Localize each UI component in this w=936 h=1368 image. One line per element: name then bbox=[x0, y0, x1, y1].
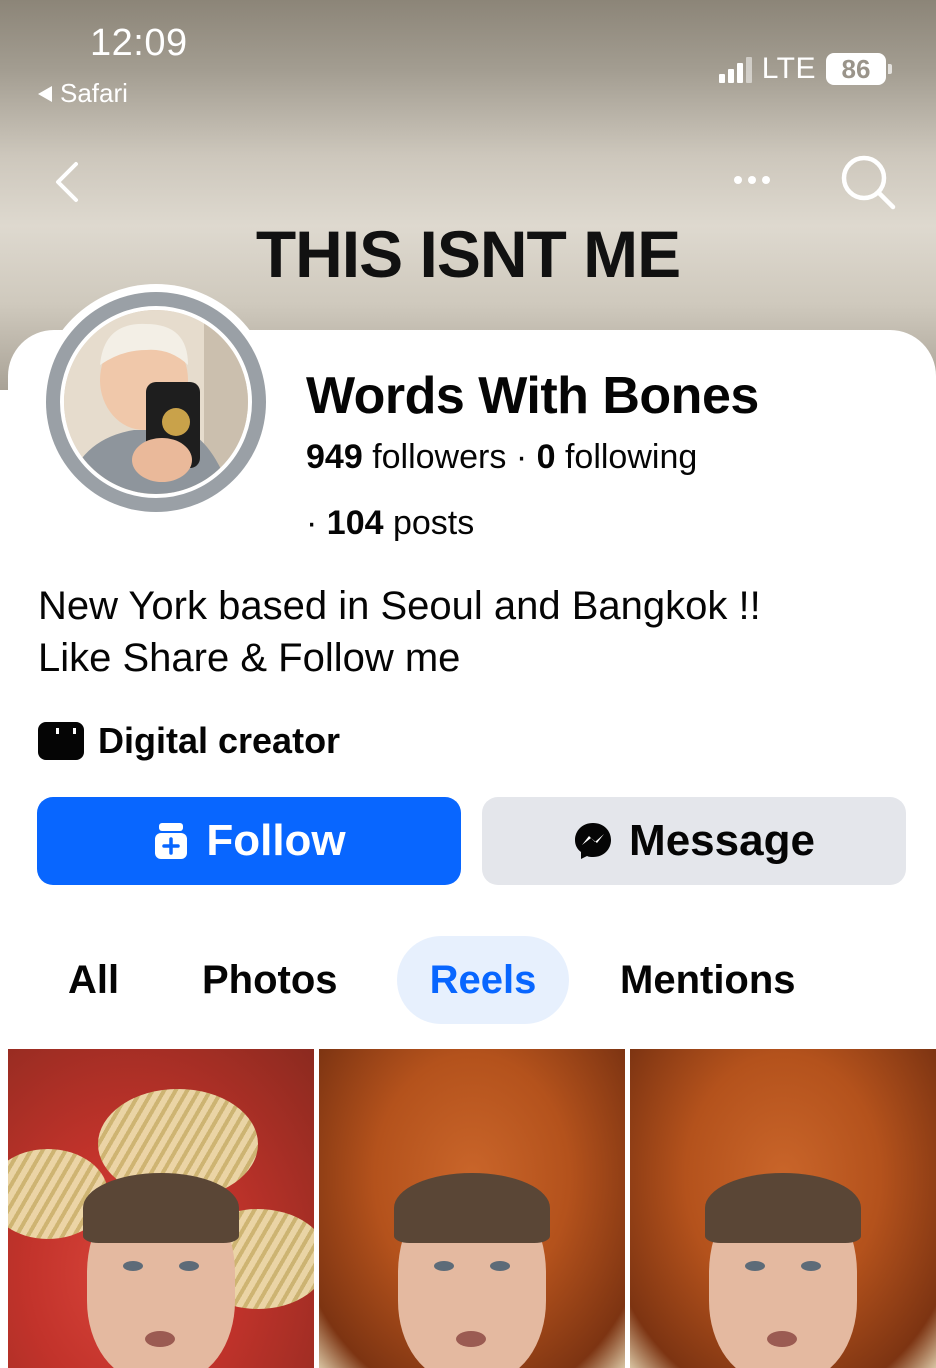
profile-category: Digital creator bbox=[38, 720, 340, 762]
stats-separator: · bbox=[306, 504, 318, 542]
avatar-image bbox=[64, 310, 248, 494]
tab-mentions[interactable]: Mentions bbox=[620, 936, 796, 1024]
followers-label[interactable]: followers bbox=[372, 438, 506, 476]
category-label: Digital creator bbox=[98, 720, 341, 761]
message-label: Message bbox=[629, 816, 815, 865]
avatar-photo bbox=[60, 306, 252, 498]
avatar[interactable] bbox=[38, 284, 274, 520]
tab-reels[interactable]: Reels bbox=[397, 936, 569, 1024]
messenger-icon bbox=[575, 823, 612, 859]
bio-line: New York based in Seoul and Bangkok !! bbox=[38, 584, 761, 628]
follow-icon bbox=[155, 823, 188, 859]
tab-all[interactable]: All bbox=[68, 936, 119, 1024]
tab-photos[interactable]: Photos bbox=[202, 936, 338, 1024]
stats-separator: · bbox=[515, 438, 528, 476]
overlay-caption: THIS ISNT ME bbox=[255, 217, 681, 291]
reel-thumbnail[interactable] bbox=[630, 1049, 936, 1368]
back-app-label: Safari bbox=[60, 78, 128, 108]
face-image bbox=[83, 1173, 239, 1368]
reel-thumbnail[interactable] bbox=[319, 1049, 625, 1368]
face-image bbox=[705, 1173, 861, 1368]
posts-stat: · 104 posts bbox=[306, 504, 474, 543]
network-label: LTE bbox=[761, 52, 816, 85]
message-button[interactable]: Message bbox=[482, 797, 906, 885]
bio-line: Like Share & Follow me bbox=[38, 636, 461, 680]
profile-stats: 949 followers · 0 following bbox=[306, 438, 697, 477]
reels-grid bbox=[8, 1049, 936, 1368]
back-to-app[interactable]: Safari bbox=[38, 78, 128, 109]
profile-name: Words With Bones bbox=[306, 367, 759, 425]
posts-label: posts bbox=[392, 504, 475, 542]
more-icon[interactable] bbox=[734, 176, 770, 184]
status-indicators: LTE 86 bbox=[718, 52, 892, 86]
status-time: 12:09 bbox=[90, 22, 188, 64]
back-chevron-icon[interactable] bbox=[48, 158, 88, 206]
following-count[interactable]: 0 bbox=[537, 438, 556, 476]
profile-tabs: All Photos Reels Mentions bbox=[0, 936, 936, 1024]
search-icon[interactable] bbox=[838, 152, 898, 212]
signal-icon bbox=[718, 55, 752, 83]
battery-icon: 86 bbox=[826, 53, 892, 85]
follow-button[interactable]: Follow bbox=[37, 797, 461, 885]
back-triangle-icon bbox=[38, 85, 52, 102]
posts-count: 104 bbox=[326, 504, 384, 542]
clapperboard-icon bbox=[38, 722, 84, 760]
reel-thumbnail[interactable] bbox=[8, 1049, 314, 1368]
face-image bbox=[394, 1173, 550, 1368]
profile-bio: New York based in Seoul and Bangkok !! L… bbox=[38, 580, 898, 684]
follow-label: Follow bbox=[206, 816, 346, 865]
following-label[interactable]: following bbox=[565, 438, 697, 476]
followers-count[interactable]: 949 bbox=[306, 438, 363, 476]
